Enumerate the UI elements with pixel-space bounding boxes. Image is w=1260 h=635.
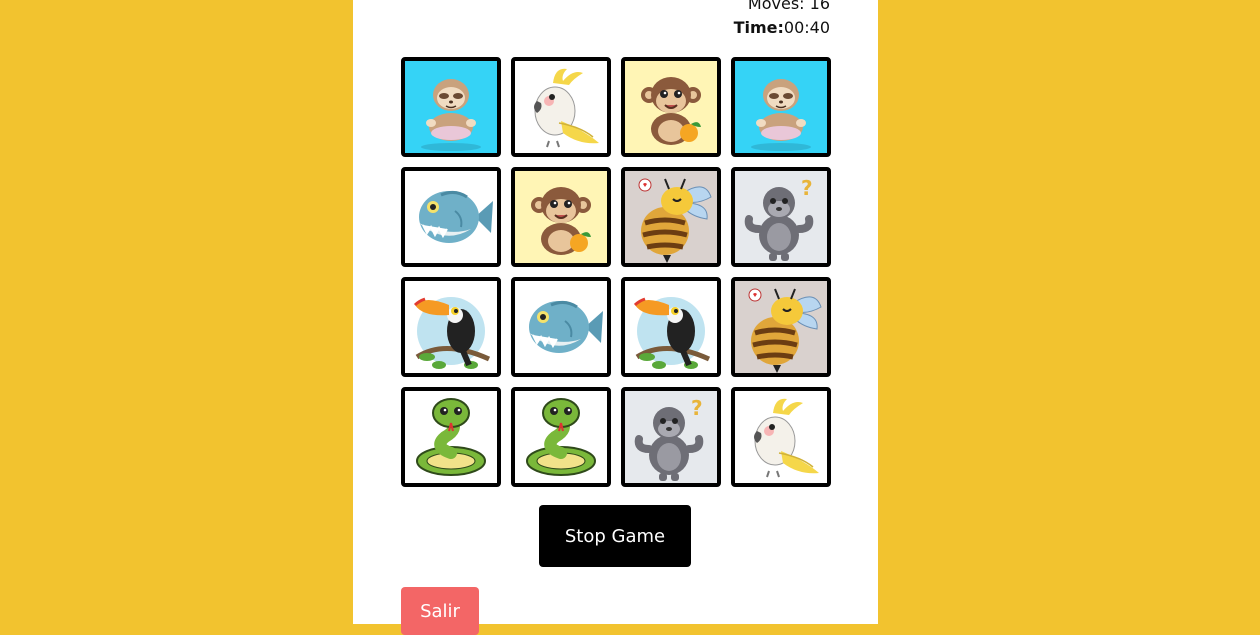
time-label: Time: <box>733 18 784 37</box>
piranha-icon <box>419 190 493 243</box>
memory-card-piranha[interactable] <box>511 277 611 377</box>
svg-text:?: ? <box>691 396 703 420</box>
svg-text:?: ? <box>801 176 813 200</box>
memory-card-piranha[interactable] <box>401 167 501 267</box>
gorilla-icon: ? <box>744 176 814 261</box>
memory-card-gorilla[interactable]: ? <box>621 387 721 487</box>
memory-card-toucan[interactable] <box>401 277 501 377</box>
time-value: 00:40 <box>783 18 830 37</box>
bee-icon <box>748 288 822 373</box>
stop-game-button[interactable]: Stop Game <box>539 505 691 567</box>
card-grid: ? ? <box>401 57 831 487</box>
time-row: Time:00:40 <box>734 16 830 40</box>
memory-card-sloth[interactable] <box>401 57 501 157</box>
game-panel: Moves: 16 Time:00:40 ? ? Stop Game Salir <box>353 0 878 635</box>
sloth-icon <box>421 79 481 151</box>
memory-card-snake[interactable] <box>401 387 501 487</box>
moves-label: Moves: <box>747 0 805 13</box>
bee-icon <box>638 178 712 263</box>
memory-card-bee[interactable] <box>621 167 721 267</box>
moves-value: 16 <box>809 0 830 13</box>
toucan-icon <box>633 297 711 369</box>
memory-card-cockatoo[interactable] <box>511 57 611 157</box>
memory-card-monkey[interactable] <box>621 57 721 157</box>
monkey-icon <box>641 77 701 145</box>
memory-card-snake[interactable] <box>511 387 611 487</box>
memory-card-gorilla[interactable]: ? <box>731 167 831 267</box>
stats: Moves: 16 Time:00:40 <box>734 0 830 40</box>
memory-card-cockatoo[interactable] <box>731 387 831 487</box>
piranha-icon <box>529 300 603 353</box>
cockatoo-icon <box>534 68 599 148</box>
gorilla-icon: ? <box>634 396 704 481</box>
sloth-icon <box>751 79 811 151</box>
memory-card-toucan[interactable] <box>621 277 721 377</box>
memory-card-sloth[interactable] <box>731 57 831 157</box>
memory-card-bee[interactable] <box>731 277 831 377</box>
cockatoo-icon <box>754 398 819 478</box>
moves-row: Moves: 16 <box>734 0 830 16</box>
snake-icon <box>526 398 596 476</box>
exit-button[interactable]: Salir <box>401 587 479 635</box>
toucan-icon <box>413 297 491 369</box>
snake-icon <box>416 398 486 476</box>
memory-card-monkey[interactable] <box>511 167 611 267</box>
monkey-icon <box>531 187 591 255</box>
